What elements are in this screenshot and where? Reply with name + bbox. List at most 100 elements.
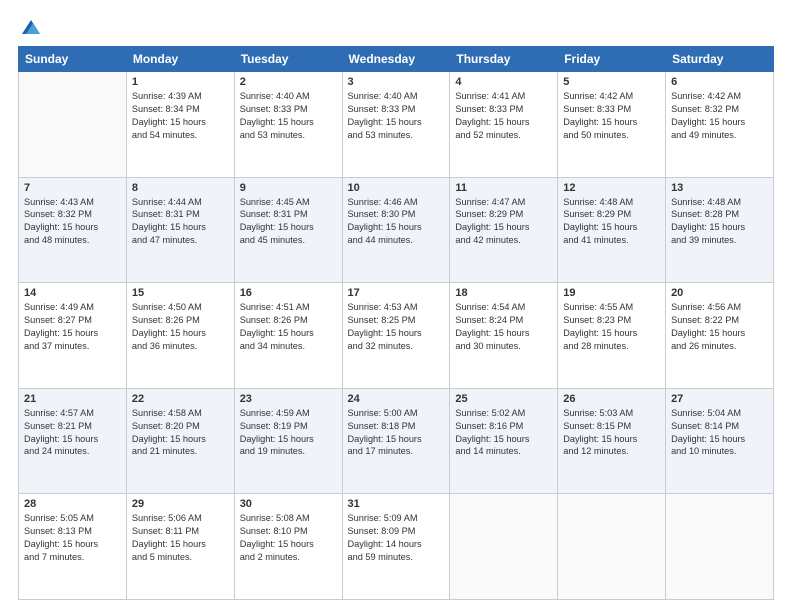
calendar-table: Sunday Monday Tuesday Wednesday Thursday… (18, 46, 774, 600)
calendar-cell: 14Sunrise: 4:49 AM Sunset: 8:27 PM Dayli… (19, 283, 127, 389)
header-monday: Monday (126, 47, 234, 72)
calendar-cell (450, 494, 558, 600)
calendar-cell: 13Sunrise: 4:48 AM Sunset: 8:28 PM Dayli… (666, 177, 774, 283)
day-number: 10 (348, 182, 445, 194)
cell-info: Sunrise: 4:44 AM Sunset: 8:31 PM Dayligh… (132, 196, 229, 248)
cell-info: Sunrise: 5:03 AM Sunset: 8:15 PM Dayligh… (563, 407, 660, 459)
calendar-cell: 30 Sunrise: 5:08 AM Sunset: 8:10 PM Dayli… (234, 494, 342, 600)
calendar-cell: 29 Sunrise: 5:06 AM Sunset: 8:11 PM Dayli… (126, 494, 234, 600)
calendar-cell (19, 72, 127, 178)
cell-info: Sunrise: 4:55 AM Sunset: 8:23 PM Dayligh… (563, 301, 660, 353)
calendar-cell: 9 Sunrise: 4:45 AM Sunset: 8:31 PM Daylig… (234, 177, 342, 283)
calendar-cell: 24 Sunrise: 5:00 AM Sunset: 8:18 PM Dayli… (342, 388, 450, 494)
cell-info: Sunrise: 5:09 AM Sunset: 8:09 PM Dayligh… (348, 512, 445, 564)
day-number: 21 (24, 393, 121, 405)
header-sunday: Sunday (19, 47, 127, 72)
calendar-cell: 5Sunrise: 4:42 AM Sunset: 8:33 PM Daylig… (558, 72, 666, 178)
logo-icon (20, 18, 42, 36)
day-number: 1 (132, 76, 229, 88)
day-number: 12 (563, 182, 660, 194)
header-wednesday: Wednesday (342, 47, 450, 72)
calendar-cell: 6 Sunrise: 4:42 AM Sunset: 8:32 PM Daylig… (666, 72, 774, 178)
day-number: 22 (132, 393, 229, 405)
cell-info: Sunrise: 4:56 AM Sunset: 8:22 PM Dayligh… (671, 301, 768, 353)
day-number: 26 (563, 393, 660, 405)
day-number: 29 (132, 498, 229, 510)
calendar-row-0: 1 Sunrise: 4:39 AM Sunset: 8:34 PM Daylig… (19, 72, 774, 178)
day-number: 6 (671, 76, 768, 88)
calendar-cell: 8 Sunrise: 4:44 AM Sunset: 8:31 PM Daylig… (126, 177, 234, 283)
calendar-cell: 15 Sunrise: 4:50 AM Sunset: 8:26 PM Dayli… (126, 283, 234, 389)
day-number: 24 (348, 393, 445, 405)
weekday-header-row: Sunday Monday Tuesday Wednesday Thursday… (19, 47, 774, 72)
calendar-cell: 31 Sunrise: 5:09 AM Sunset: 8:09 PM Dayli… (342, 494, 450, 600)
calendar-cell: 18Sunrise: 4:54 AM Sunset: 8:24 PM Dayli… (450, 283, 558, 389)
cell-info: Sunrise: 4:39 AM Sunset: 8:34 PM Dayligh… (132, 90, 229, 142)
day-number: 4 (455, 76, 552, 88)
cell-info: Sunrise: 4:45 AM Sunset: 8:31 PM Dayligh… (240, 196, 337, 248)
day-number: 25 (455, 393, 552, 405)
logo (18, 18, 42, 36)
cell-info: Sunrise: 5:00 AM Sunset: 8:18 PM Dayligh… (348, 407, 445, 459)
header-tuesday: Tuesday (234, 47, 342, 72)
header-saturday: Saturday (666, 47, 774, 72)
day-number: 11 (455, 182, 552, 194)
cell-info: Sunrise: 4:48 AM Sunset: 8:29 PM Dayligh… (563, 196, 660, 248)
cell-info: Sunrise: 4:43 AM Sunset: 8:32 PM Dayligh… (24, 196, 121, 248)
header-friday: Friday (558, 47, 666, 72)
calendar-cell: 23Sunrise: 4:59 AM Sunset: 8:19 PM Dayli… (234, 388, 342, 494)
day-number: 3 (348, 76, 445, 88)
cell-info: Sunrise: 4:42 AM Sunset: 8:32 PM Dayligh… (671, 90, 768, 142)
cell-info: Sunrise: 4:40 AM Sunset: 8:33 PM Dayligh… (240, 90, 337, 142)
calendar-cell: 28 Sunrise: 5:05 AM Sunset: 8:13 PM Dayli… (19, 494, 127, 600)
day-number: 19 (563, 287, 660, 299)
day-number: 8 (132, 182, 229, 194)
calendar-cell: 7 Sunrise: 4:43 AM Sunset: 8:32 PM Daylig… (19, 177, 127, 283)
day-number: 14 (24, 287, 121, 299)
day-number: 27 (671, 393, 768, 405)
cell-info: Sunrise: 5:05 AM Sunset: 8:13 PM Dayligh… (24, 512, 121, 564)
cell-info: Sunrise: 4:58 AM Sunset: 8:20 PM Dayligh… (132, 407, 229, 459)
day-number: 31 (348, 498, 445, 510)
header (18, 18, 774, 36)
cell-info: Sunrise: 4:42 AM Sunset: 8:33 PM Dayligh… (563, 90, 660, 142)
calendar-row-2: 14Sunrise: 4:49 AM Sunset: 8:27 PM Dayli… (19, 283, 774, 389)
cell-info: Sunrise: 4:54 AM Sunset: 8:24 PM Dayligh… (455, 301, 552, 353)
calendar-cell: 12 Sunrise: 4:48 AM Sunset: 8:29 PM Dayli… (558, 177, 666, 283)
cell-info: Sunrise: 5:02 AM Sunset: 8:16 PM Dayligh… (455, 407, 552, 459)
calendar-cell: 2Sunrise: 4:40 AM Sunset: 8:33 PM Daylig… (234, 72, 342, 178)
calendar-cell: 17 Sunrise: 4:53 AM Sunset: 8:25 PM Dayli… (342, 283, 450, 389)
cell-info: Sunrise: 4:51 AM Sunset: 8:26 PM Dayligh… (240, 301, 337, 353)
cell-info: Sunrise: 4:53 AM Sunset: 8:25 PM Dayligh… (348, 301, 445, 353)
calendar-cell: 27 Sunrise: 5:04 AM Sunset: 8:14 PM Dayli… (666, 388, 774, 494)
day-number: 30 (240, 498, 337, 510)
cell-info: Sunrise: 4:57 AM Sunset: 8:21 PM Dayligh… (24, 407, 121, 459)
day-number: 15 (132, 287, 229, 299)
cell-info: Sunrise: 4:50 AM Sunset: 8:26 PM Dayligh… (132, 301, 229, 353)
calendar-cell (666, 494, 774, 600)
page: Sunday Monday Tuesday Wednesday Thursday… (0, 0, 792, 612)
calendar-cell: 26 Sunrise: 5:03 AM Sunset: 8:15 PM Dayli… (558, 388, 666, 494)
day-number: 17 (348, 287, 445, 299)
cell-info: Sunrise: 5:04 AM Sunset: 8:14 PM Dayligh… (671, 407, 768, 459)
calendar-cell: 11 Sunrise: 4:47 AM Sunset: 8:29 PM Dayli… (450, 177, 558, 283)
calendar-cell: 16 Sunrise: 4:51 AM Sunset: 8:26 PM Dayli… (234, 283, 342, 389)
cell-info: Sunrise: 4:47 AM Sunset: 8:29 PM Dayligh… (455, 196, 552, 248)
day-number: 28 (24, 498, 121, 510)
calendar-cell: 4 Sunrise: 4:41 AM Sunset: 8:33 PM Daylig… (450, 72, 558, 178)
cell-info: Sunrise: 5:08 AM Sunset: 8:10 PM Dayligh… (240, 512, 337, 564)
day-number: 20 (671, 287, 768, 299)
calendar-cell (558, 494, 666, 600)
cell-info: Sunrise: 5:06 AM Sunset: 8:11 PM Dayligh… (132, 512, 229, 564)
day-number: 16 (240, 287, 337, 299)
calendar-cell: 3 Sunrise: 4:40 AM Sunset: 8:33 PM Daylig… (342, 72, 450, 178)
cell-info: Sunrise: 4:59 AM Sunset: 8:19 PM Dayligh… (240, 407, 337, 459)
calendar-cell: 19 Sunrise: 4:55 AM Sunset: 8:23 PM Dayli… (558, 283, 666, 389)
cell-info: Sunrise: 4:41 AM Sunset: 8:33 PM Dayligh… (455, 90, 552, 142)
calendar-row-3: 21 Sunrise: 4:57 AM Sunset: 8:21 PM Dayli… (19, 388, 774, 494)
header-thursday: Thursday (450, 47, 558, 72)
calendar-row-1: 7 Sunrise: 4:43 AM Sunset: 8:32 PM Daylig… (19, 177, 774, 283)
cell-info: Sunrise: 4:40 AM Sunset: 8:33 PM Dayligh… (348, 90, 445, 142)
day-number: 7 (24, 182, 121, 194)
day-number: 9 (240, 182, 337, 194)
